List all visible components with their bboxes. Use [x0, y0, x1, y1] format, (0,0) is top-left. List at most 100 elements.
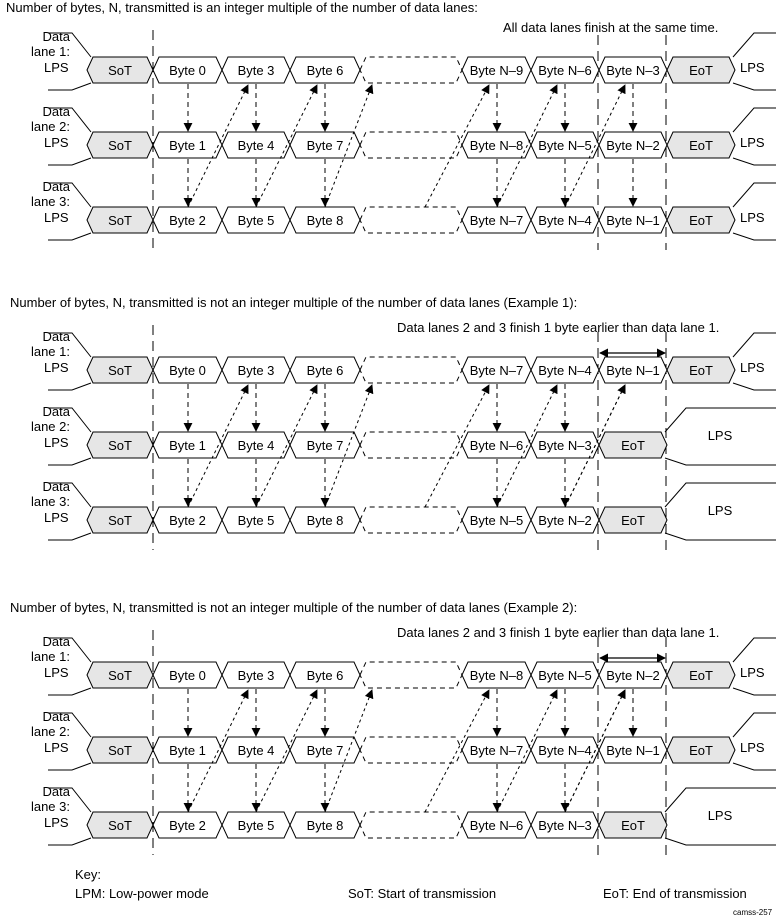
lane-1: Datalane 1:LPS SoT Byte 0 Byte 3 Byte 6 Byte …	[31, 329, 776, 391]
key-legend: Key: LPM: Low-power mode SoT: Start of t…	[75, 867, 773, 917]
byte-label: Byte N–1	[606, 363, 659, 378]
lps-right-high-line	[732, 332, 776, 358]
lane-label-line1: Data	[43, 709, 71, 724]
byte-label: Byte N–1	[606, 743, 659, 758]
byte-label: Byte N–4	[538, 743, 591, 758]
lps-right-high-line	[732, 712, 776, 738]
lps-right-high-line	[732, 182, 776, 208]
key-item-eot: EoT: End of transmission	[603, 886, 747, 901]
byte-label: Byte N–2	[606, 138, 659, 153]
byte-label: Byte 8	[307, 513, 344, 528]
lane-2: Datalane 2:LPS SoT Byte 1 Byte 4 Byte 7 Byte …	[31, 104, 776, 166]
section-2: Number of bytes, N, transmitted is not a…	[10, 295, 776, 541]
byte-label: Byte 0	[169, 363, 206, 378]
eot-label: EoT	[689, 138, 713, 153]
lps-right-low-line	[732, 157, 776, 166]
lane-label-line1: Data	[43, 179, 71, 194]
lane-label-line2: lane 3:	[31, 799, 70, 814]
lane-label-line2: lane 3:	[31, 494, 70, 509]
lane-distribution-diagram: Number of bytes, N, transmitted is an in…	[6, 0, 776, 917]
lps-left-label: LPS	[44, 740, 69, 755]
eot-label: EoT	[621, 513, 645, 528]
lane-3: Datalane 3:LPS SoT Byte 2 Byte 5 Byte 8 Byte …	[31, 179, 776, 241]
byte-label: Byte 7	[307, 743, 344, 758]
lps-left-label: LPS	[44, 210, 69, 225]
ellipsis-box	[359, 811, 463, 839]
lane-label-line1: Data	[43, 104, 71, 119]
lane-label-line2: lane 1:	[31, 344, 70, 359]
lane-label-line2: lane 2:	[31, 419, 70, 434]
byte-label: Byte N–4	[538, 213, 591, 228]
byte-label: Byte N–7	[470, 213, 523, 228]
lps-right-high-line	[732, 107, 776, 133]
lps-left-low-line	[48, 687, 92, 696]
byte-label: Byte 4	[238, 138, 275, 153]
lps-right-low-line	[732, 82, 776, 91]
byte-label: Byte N–3	[606, 63, 659, 78]
section-title: Number of bytes, N, transmitted is not a…	[10, 600, 577, 615]
byte-label: Byte 2	[169, 818, 206, 833]
lps-left-low-line	[48, 157, 92, 166]
byte-label: Byte N–2	[538, 513, 591, 528]
lane-label-line1: Data	[43, 784, 71, 799]
lps-left-low-line	[48, 457, 92, 466]
sot-label: SoT	[108, 438, 132, 453]
byte-label: Byte 0	[169, 63, 206, 78]
byte-label: Byte N–9	[470, 63, 523, 78]
lane-label-line2: lane 2:	[31, 119, 70, 134]
sot-label: SoT	[108, 818, 132, 833]
lps-left-label: LPS	[44, 360, 69, 375]
lps-left-label: LPS	[44, 815, 69, 830]
sot-label: SoT	[108, 668, 132, 683]
byte-label: Byte 7	[307, 138, 344, 153]
byte-label: Byte 5	[238, 513, 275, 528]
byte-label: Byte 3	[238, 668, 275, 683]
byte-label: Byte 7	[307, 438, 344, 453]
eot-label: EoT	[689, 743, 713, 758]
ellipsis-box	[359, 356, 463, 384]
eot-label: EoT	[621, 438, 645, 453]
lps-right-low-line	[664, 457, 776, 466]
sot-label: SoT	[108, 63, 132, 78]
lps-left-low-line	[48, 762, 92, 771]
byte-label: Byte N–6	[470, 818, 523, 833]
lps-right-high-line	[732, 637, 776, 663]
byte-label: Byte 5	[238, 213, 275, 228]
eot-label: EoT	[689, 63, 713, 78]
lane-label-line1: Data	[43, 404, 71, 419]
byte-label: Byte 8	[307, 818, 344, 833]
byte-label: Byte 2	[169, 213, 206, 228]
byte-label: Byte N–1	[606, 213, 659, 228]
lane-3: Datalane 3:LPS SoT Byte 2 Byte 5 Byte 8 Byte …	[31, 784, 776, 846]
section-note: Data lanes 2 and 3 finish 1 byte earlier…	[397, 320, 719, 335]
lps-left-label: LPS	[44, 135, 69, 150]
lps-left-low-line	[48, 232, 92, 241]
lps-right-label: LPS	[740, 665, 765, 680]
section-1: Number of bytes, N, transmitted is an in…	[6, 0, 776, 241]
byte-label: Byte N–5	[538, 668, 591, 683]
lps-right-label: LPS	[708, 808, 733, 823]
key-heading: Key:	[75, 867, 101, 882]
byte-label: Byte N–7	[470, 743, 523, 758]
lps-right-low-line	[732, 762, 776, 771]
lps-left-label: LPS	[44, 60, 69, 75]
ellipsis-box	[359, 661, 463, 689]
lps-right-low-line	[664, 837, 776, 846]
byte-label: Byte 3	[238, 63, 275, 78]
lane-2: Datalane 2:LPS SoT Byte 1 Byte 4 Byte 7 Byte …	[31, 709, 776, 771]
byte-label: Byte N–3	[538, 818, 591, 833]
lps-left-low-line	[48, 837, 92, 846]
sot-label: SoT	[108, 513, 132, 528]
lps-left-label: LPS	[44, 665, 69, 680]
byte-label: Byte N–5	[538, 138, 591, 153]
byte-label: Byte 8	[307, 213, 344, 228]
lane-1: Datalane 1:LPS SoT Byte 0 Byte 3 Byte 6 Byte …	[31, 29, 776, 91]
lps-right-low-line	[732, 232, 776, 241]
eot-label: EoT	[689, 363, 713, 378]
section-title: Number of bytes, N, transmitted is not a…	[10, 295, 577, 310]
eot-label: EoT	[689, 668, 713, 683]
byte-label: Byte N–6	[470, 438, 523, 453]
byte-label: Byte 3	[238, 363, 275, 378]
byte-label: Byte N–3	[538, 438, 591, 453]
byte-label: Byte N–8	[470, 138, 523, 153]
